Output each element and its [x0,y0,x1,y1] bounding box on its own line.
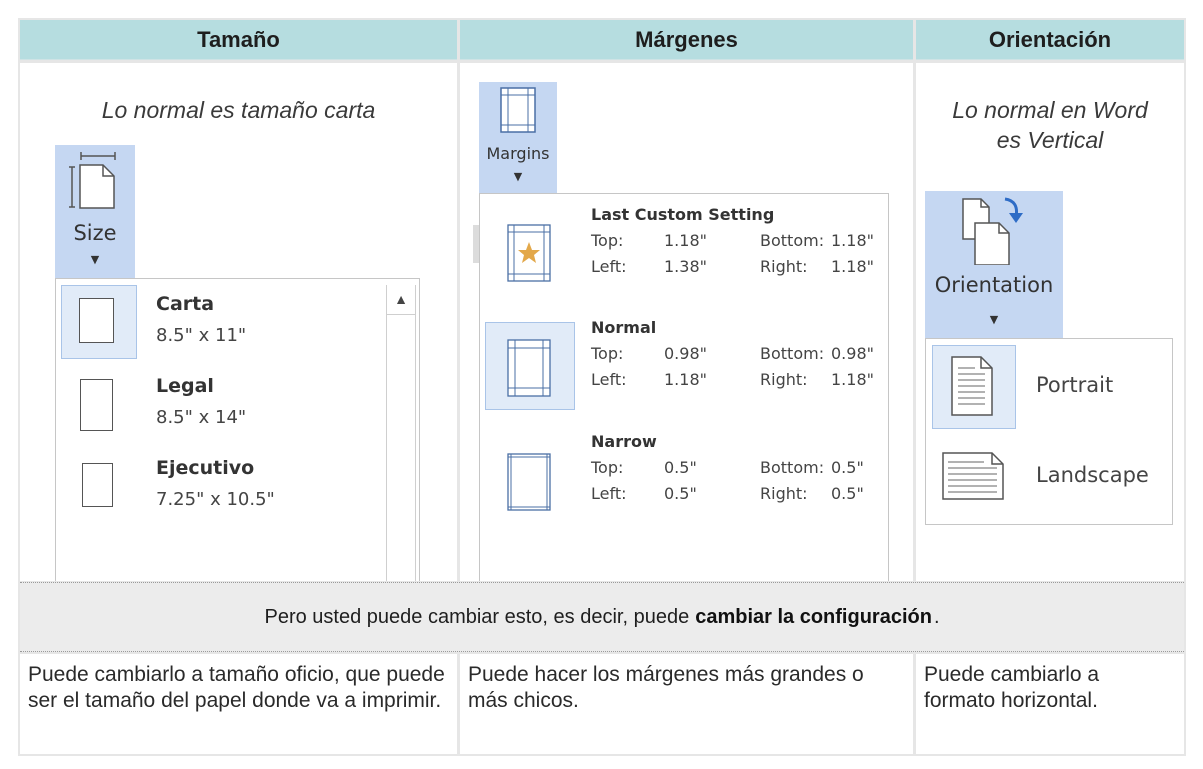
middle-text-bold: cambiar la configuración [695,605,932,628]
margin-page-icon [507,339,552,404]
page-icon [80,379,113,431]
margins-icon [499,86,539,140]
page-icon [82,463,113,507]
size-option-legal[interactable]: Legal 8.5" x 14" [56,369,381,453]
margin-option-last-custom[interactable]: Last Custom Setting Top: 1.18" Bottom: 1… [480,200,888,310]
orientation-option-portrait[interactable]: Portrait [926,345,1172,429]
right-label: Right: [760,370,808,389]
header-orientation: Orientación [916,20,1184,60]
orientation-button[interactable]: Orientation ▼ [925,191,1063,338]
margin-option-name: Last Custom Setting [591,205,775,224]
margins-button-label: Margins [486,144,550,163]
right-value: 1.18" [831,370,874,389]
scrollbar[interactable]: ▲ [386,285,416,581]
orientation-option-label: Landscape [1036,463,1149,487]
size-button-label: Size [73,221,117,245]
right-value: 1.18" [831,257,874,276]
margin-option-normal[interactable]: Normal Top: 0.98" Bottom: 0.98" Left: 1.… [480,314,888,424]
bottom-size-text: Puede cambiarlo a tamaño oficio, que pue… [20,654,457,754]
left-value: 0.5" [664,484,697,503]
chevron-down-icon: ▼ [90,253,100,266]
size-cell: Lo normal es tamaño carta Size ▼ ▲ Carta… [20,63,457,581]
custom-margin-star-icon [507,224,552,289]
margin-option-narrow[interactable]: Narrow Top: 0.5" Bottom: 0.5" Left: 0.5"… [480,428,888,538]
orientation-option-label: Portrait [1036,373,1114,397]
size-dropdown: ▲ Carta 8.5" x 11" Legal 8.5" x 14" Ejec… [55,278,420,581]
right-value: 0.5" [831,484,864,503]
size-option-ejecutivo[interactable]: Ejecutivo 7.25" x 10.5" [56,453,381,537]
top-value: 0.98" [664,344,707,363]
left-label: Left: [591,484,627,503]
left-value: 1.38" [664,257,707,276]
margins-dropdown: Last Custom Setting Top: 1.18" Bottom: 1… [479,193,889,581]
top-value: 0.5" [664,458,697,477]
top-label: Top: [591,231,624,250]
bottom-label: Bottom: [760,231,825,250]
top-value: 1.18" [664,231,707,250]
margins-cell: Margins ▼ Last Custom Setting Top: 1.18"… [460,63,913,581]
margin-option-name: Narrow [591,432,657,451]
size-option-dims: 7.25" x 10.5" [156,489,275,510]
margin-option-name: Normal [591,318,657,337]
middle-text: Pero usted puede cambiar esto, es decir,… [264,605,690,628]
bottom-value: 1.18" [831,231,874,250]
right-label: Right: [760,257,808,276]
top-label: Top: [591,344,624,363]
right-label: Right: [760,484,808,503]
size-icon [69,151,119,215]
bottom-value: 0.98" [831,344,874,363]
chevron-down-icon: ▼ [989,313,999,326]
orientation-note-line1: Lo normal en Word [952,97,1148,123]
landscape-page-icon [942,452,1004,505]
header-margins: Márgenes [460,20,913,60]
left-value: 1.18" [664,370,707,389]
size-option-name: Carta [156,293,215,315]
bottom-orientation-text: Puede cambiarlo a formato horizontal. [916,654,1184,754]
info-table: Tamaño Márgenes Orientación Lo normal es… [18,18,1186,756]
size-option-carta[interactable]: Carta 8.5" x 11" [56,285,381,369]
bottom-label: Bottom: [760,458,825,477]
top-label: Top: [591,458,624,477]
left-label: Left: [591,257,627,276]
bottom-margins-text: Puede hacer los márgenes más grandes o m… [460,654,913,754]
size-option-dims: 8.5" x 11" [156,325,247,346]
scroll-up-arrow[interactable]: ▲ [387,285,415,315]
orientation-note-line2: es Vertical [996,127,1104,153]
orientation-option-landscape[interactable]: Landscape [926,435,1172,519]
header-size: Tamaño [20,20,457,60]
orientation-cell: Lo normal en Word es Vertical Orientatio… [916,63,1184,581]
chevron-down-icon: ▼ [513,170,523,183]
left-label: Left: [591,370,627,389]
orientation-dropdown: Portrait Landscape [925,338,1173,525]
orientation-button-label: Orientation [934,273,1054,297]
size-option-name: Legal [156,375,214,397]
bottom-value: 0.5" [831,458,864,477]
portrait-page-icon [951,356,993,421]
size-option-dims: 8.5" x 14" [156,407,247,428]
bottom-label: Bottom: [760,344,825,363]
middle-row: Pero usted puede cambiar esto, es decir,… [20,582,1184,652]
size-option-name: Ejecutivo [156,457,255,479]
size-note: Lo normal es tamaño carta [101,97,376,123]
page-icon [79,298,114,343]
margin-page-icon [507,453,552,518]
margins-button[interactable]: Margins ▼ [479,82,557,193]
orientation-icon [961,195,1031,269]
middle-text-end: . [933,605,940,628]
size-button[interactable]: Size ▼ [55,145,135,278]
